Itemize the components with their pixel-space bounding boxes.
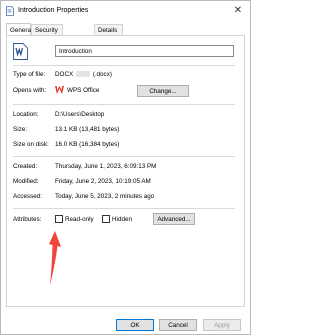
change-button[interactable]: Change... — [137, 85, 189, 97]
advanced-button[interactable]: Advanced... — [153, 213, 195, 225]
separator — [13, 65, 235, 66]
separator — [13, 104, 235, 105]
location-label: Location: — [13, 111, 39, 118]
type-of-file-label: Type of file: — [13, 71, 46, 78]
location-value: D:\Users\Desktop — [55, 111, 105, 118]
created-label: Created: — [13, 163, 38, 170]
title-bar: Introduction Properties ✕ — [1, 1, 250, 21]
hidden-checkbox[interactable] — [102, 215, 110, 223]
tab-general[interactable]: General — [6, 23, 32, 35]
apply-button[interactable]: Apply — [203, 319, 241, 331]
type-of-file-value: DOCX (.docx) — [55, 71, 112, 78]
word-document-icon — [13, 43, 28, 60]
readonly-label: Read-only — [65, 216, 94, 223]
window-title: Introduction Properties — [18, 7, 89, 14]
separator — [13, 208, 235, 209]
type-of-file-suffix: (.docx) — [92, 71, 112, 78]
tab-security[interactable]: Security — [31, 24, 63, 35]
wps-office-icon — [55, 86, 64, 94]
type-of-file-prefix: DOCX — [55, 71, 74, 78]
modified-value: Friday, June 2, 2023, 10:19:05 AM — [55, 178, 151, 185]
accessed-value: Today, June 5, 2023, 2 minutes ago — [55, 193, 155, 200]
cancel-button[interactable]: Cancel — [159, 319, 197, 331]
accessed-label: Accessed: — [13, 193, 43, 200]
red-arrow-annotation — [49, 231, 61, 285]
opens-with-value: WPS Office — [67, 87, 100, 94]
tab-details[interactable]: Details — [94, 24, 123, 35]
size-label: Size: — [13, 126, 27, 133]
file-name-field[interactable]: Introduction — [55, 45, 234, 57]
readonly-checkbox[interactable] — [55, 215, 63, 223]
size-value: 13.1 KB (13,481 bytes) — [55, 126, 120, 133]
redacted-text — [75, 71, 90, 78]
separator — [13, 156, 235, 157]
size-on-disk-value: 16.0 KB (16,384 bytes) — [55, 141, 120, 148]
created-value: Thursday, June 1, 2023, 6:09:13 PM — [55, 163, 157, 170]
properties-window: Introduction Properties ✕ General Securi… — [0, 0, 251, 335]
document-icon — [6, 6, 14, 16]
hidden-label: Hidden — [112, 216, 132, 223]
ok-button[interactable]: OK — [116, 319, 154, 331]
opens-with-label: Opens with: — [13, 87, 47, 94]
size-on-disk-label: Size on disk: — [13, 141, 49, 148]
close-icon[interactable]: ✕ — [232, 5, 244, 17]
modified-label: Modified: — [13, 178, 39, 185]
attributes-label: Attributes: — [13, 216, 42, 223]
